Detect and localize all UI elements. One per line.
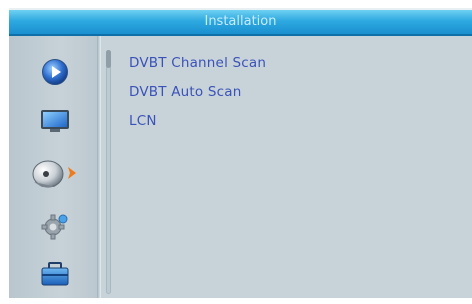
page-title: Installation — [204, 14, 277, 29]
scroll-thumb[interactable] — [106, 50, 111, 68]
sidebar-item-picture[interactable] — [33, 104, 77, 138]
selection-arrow-icon — [68, 167, 76, 179]
menu-item-dvbt-channel-scan[interactable]: DVBT Channel Scan — [129, 54, 266, 83]
sidebar-divider — [97, 36, 101, 298]
play-circle-icon — [42, 59, 68, 85]
monitor-icon — [41, 110, 69, 132]
sidebar-item-play[interactable] — [33, 55, 77, 89]
title-bar: Installation — [9, 10, 472, 36]
sidebar-item-settings[interactable] — [33, 209, 77, 243]
installation-screen: Installation DVBT Channel Scan DVBT Auto… — [9, 8, 472, 298]
gear-icon — [41, 214, 68, 240]
sidebar-item-tools[interactable] — [33, 257, 77, 291]
menu-scrollbar[interactable] — [106, 50, 111, 294]
toolbox-icon — [41, 262, 69, 286]
installation-menu: DVBT Channel Scan DVBT Auto Scan LCN — [129, 54, 266, 141]
sidebar-item-installation[interactable] — [27, 156, 87, 190]
menu-item-dvbt-auto-scan[interactable]: DVBT Auto Scan — [129, 83, 266, 112]
satellite-dish-icon — [32, 160, 76, 188]
menu-item-lcn[interactable]: LCN — [129, 112, 266, 141]
